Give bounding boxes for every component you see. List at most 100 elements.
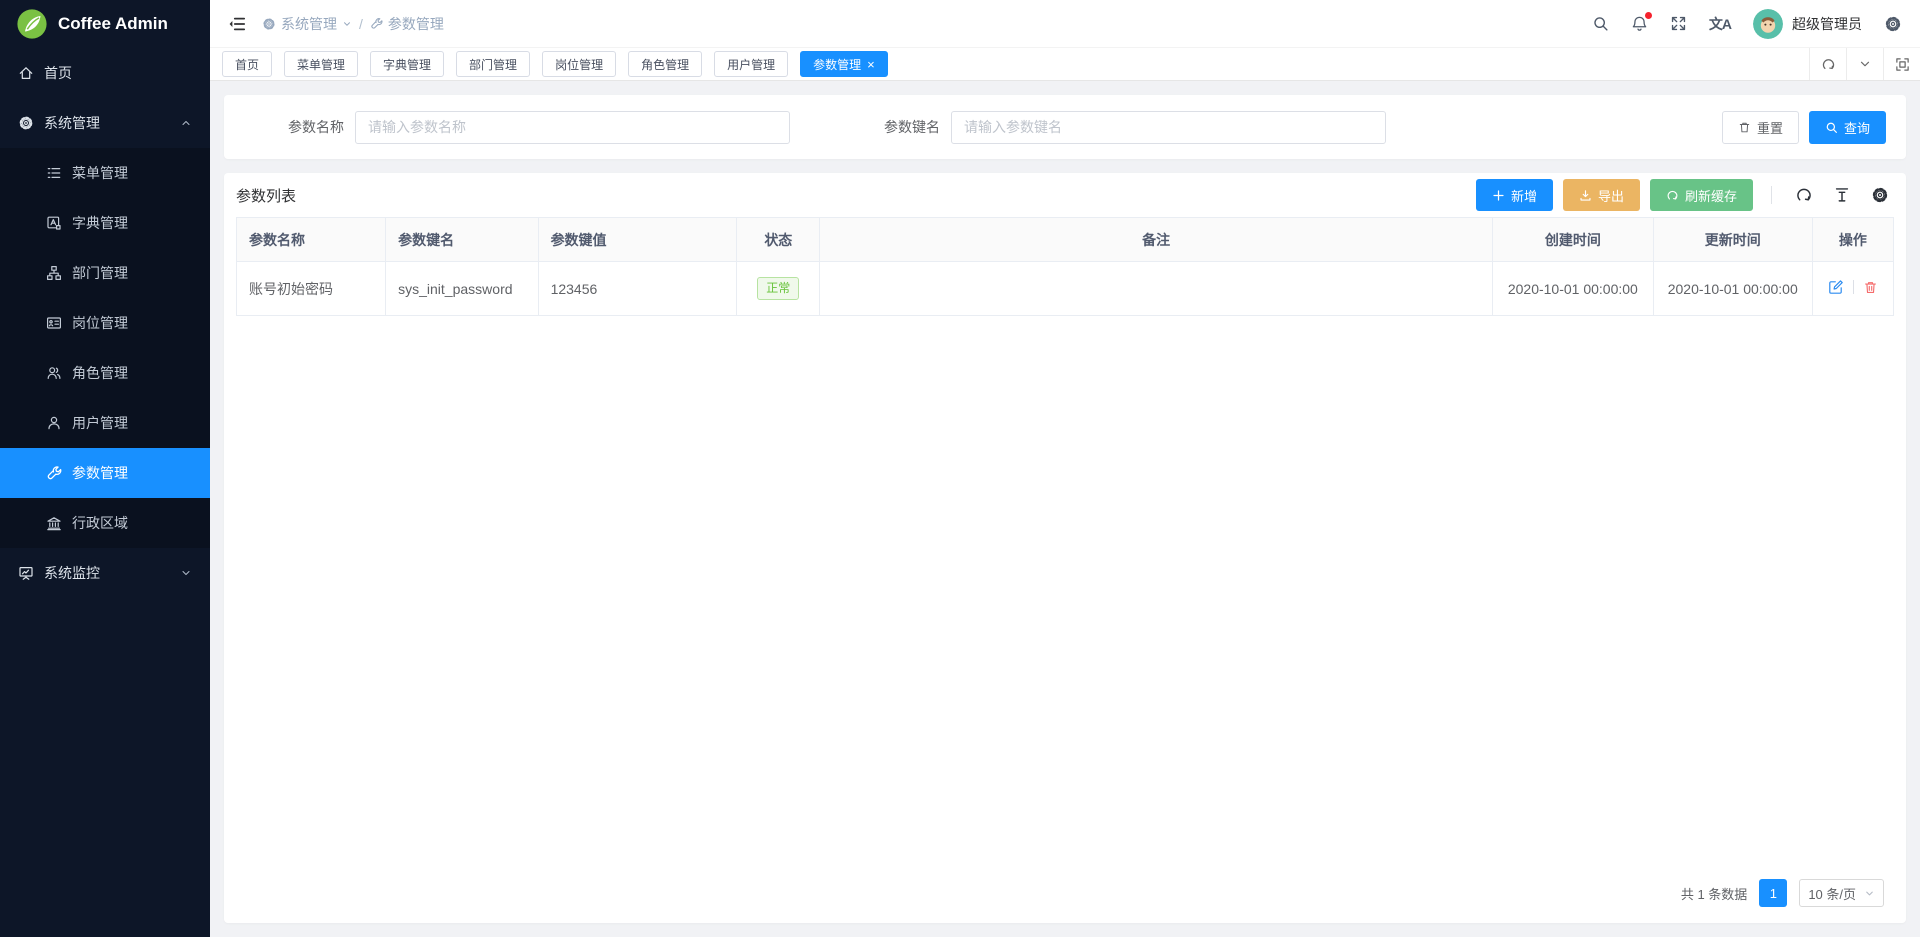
open-tabs: 首页 菜单管理 字典管理 部门管理 岗位管理 角色管理 用户管理 参数管理 × — [222, 51, 1809, 77]
pagination-total: 共 1 条数据 — [1681, 884, 1747, 903]
sidebar-item-label: 字典管理 — [72, 213, 128, 233]
sidebar-item-admin-region[interactable]: 行政区域 — [0, 498, 210, 548]
sidebar-item-label: 用户管理 — [72, 413, 128, 433]
tab-close-icon[interactable]: × — [867, 58, 875, 71]
sidebar: Coffee Admin 首页 系统管 — [0, 0, 210, 937]
sidebar-item-role-mgmt[interactable]: 角色管理 — [0, 348, 210, 398]
cell-actions — [1812, 262, 1893, 316]
roles-icon — [46, 365, 62, 381]
status-badge: 正常 — [757, 277, 799, 299]
column-settings-gear-icon[interactable] — [1866, 186, 1894, 204]
cell-update-time: 2020-10-01 00:00:00 — [1653, 262, 1812, 316]
tab-menu-mgmt[interactable]: 菜单管理 — [284, 51, 358, 77]
notification-dot — [1645, 12, 1652, 19]
settings-gear-icon[interactable] — [1884, 15, 1902, 33]
param-name-input[interactable] — [355, 111, 790, 144]
tab-label: 岗位管理 — [555, 56, 603, 73]
tab-role-mgmt[interactable]: 角色管理 — [628, 51, 702, 77]
main-area: 系统管理 / 参数管理 — [210, 0, 1920, 937]
bank-icon — [46, 515, 62, 531]
panel-title: 参数列表 — [236, 185, 296, 206]
sidebar-item-param-mgmt[interactable]: 参数管理 — [0, 448, 210, 498]
page-button-1[interactable]: 1 — [1759, 879, 1787, 907]
tab-dept-mgmt[interactable]: 部门管理 — [456, 51, 530, 77]
dictionary-icon — [46, 215, 62, 231]
param-key-input[interactable] — [951, 111, 1386, 144]
tab-dict-mgmt[interactable]: 字典管理 — [370, 51, 444, 77]
monitor-icon — [18, 565, 34, 581]
cell-status: 正常 — [737, 262, 820, 316]
tab-label: 用户管理 — [727, 56, 775, 73]
tab-home[interactable]: 首页 — [222, 51, 272, 77]
cell-create-time: 2020-10-01 00:00:00 — [1492, 262, 1653, 316]
sidebar-collapse-icon[interactable] — [228, 15, 246, 33]
sidebar-item-dict-mgmt[interactable]: 字典管理 — [0, 198, 210, 248]
app-root: Coffee Admin 首页 系统管 — [0, 0, 1920, 937]
tab-user-mgmt[interactable]: 用户管理 — [714, 51, 788, 77]
fullscreen-icon[interactable] — [1670, 15, 1687, 32]
user-menu[interactable]: 超级管理员 — [1753, 9, 1862, 39]
cell-param-name: 账号初始密码 — [237, 262, 386, 316]
notification-bell-icon[interactable] — [1631, 15, 1648, 32]
refresh-icon[interactable] — [1809, 48, 1846, 80]
sidebar-menu: 首页 系统管理 — [0, 48, 210, 598]
reset-button[interactable]: 重置 — [1722, 111, 1799, 144]
refresh-cache-button-label: 刷新缓存 — [1685, 186, 1737, 205]
refresh-table-icon[interactable] — [1790, 186, 1818, 204]
breadcrumb: 系统管理 / 参数管理 — [262, 14, 444, 34]
add-button[interactable]: 新增 — [1476, 179, 1553, 211]
edit-icon[interactable] — [1828, 279, 1844, 295]
divider — [1771, 186, 1772, 204]
param-name-field-group: 参数名称 — [244, 111, 790, 144]
tab-label: 部门管理 — [469, 56, 517, 73]
menu-list-icon — [46, 165, 62, 181]
col-param-key: 参数键名 — [386, 218, 538, 262]
sidebar-item-dept-mgmt[interactable]: 部门管理 — [0, 248, 210, 298]
translate-icon[interactable]: 文A — [1709, 14, 1731, 34]
app-title: Coffee Admin — [58, 14, 168, 34]
maximize-icon[interactable] — [1883, 48, 1920, 80]
col-actions: 操作 — [1812, 218, 1893, 262]
search-icon[interactable] — [1592, 15, 1609, 32]
cell-param-key: sys_init_password — [386, 262, 538, 316]
tab-label: 角色管理 — [641, 56, 689, 73]
sidebar-item-home[interactable]: 首页 — [0, 48, 210, 98]
sidebar-item-label: 角色管理 — [72, 363, 128, 383]
app-logo[interactable]: Coffee Admin — [0, 0, 210, 48]
sidebar-submenu-system: 菜单管理 字典管理 — [0, 148, 210, 548]
toggle-search-icon[interactable] — [1828, 186, 1856, 204]
delete-trash-icon[interactable] — [1863, 280, 1878, 295]
sidebar-item-label: 系统监控 — [44, 563, 100, 583]
page-size-select[interactable]: 10 条/页 — [1799, 879, 1884, 907]
breadcrumb-parent[interactable]: 系统管理 — [262, 14, 352, 34]
chevron-down-icon — [180, 567, 192, 579]
sidebar-item-user-mgmt[interactable]: 用户管理 — [0, 398, 210, 448]
tab-post-mgmt[interactable]: 岗位管理 — [542, 51, 616, 77]
sidebar-item-system[interactable]: 系统管理 — [0, 98, 210, 148]
export-button-label: 导出 — [1598, 186, 1624, 205]
sidebar-item-menu-mgmt[interactable]: 菜单管理 — [0, 148, 210, 198]
tab-label: 首页 — [235, 56, 259, 73]
chevron-down-icon[interactable] — [1846, 48, 1883, 80]
breadcrumb-current-label: 参数管理 — [388, 14, 444, 34]
wrench-icon — [46, 465, 62, 481]
sidebar-item-label: 首页 — [44, 63, 72, 83]
filter-panel: 参数名称 参数键名 重置 — [224, 95, 1906, 159]
sidebar-item-post-mgmt[interactable]: 岗位管理 — [0, 298, 210, 348]
chevron-up-icon — [180, 117, 192, 129]
tabbar: 首页 菜单管理 字典管理 部门管理 岗位管理 角色管理 用户管理 参数管理 × — [210, 48, 1920, 81]
download-icon — [1579, 189, 1592, 202]
sidebar-item-label: 参数管理 — [72, 463, 128, 483]
param-name-label: 参数名称 — [244, 117, 344, 137]
search-button[interactable]: 查询 — [1809, 111, 1886, 144]
tab-param-mgmt[interactable]: 参数管理 × — [800, 51, 888, 77]
sidebar-item-monitor[interactable]: 系统监控 — [0, 548, 210, 598]
topbar-actions: 文A 超级管理员 — [1592, 9, 1902, 39]
org-tree-icon — [46, 265, 62, 281]
sidebar-item-label: 岗位管理 — [72, 313, 128, 333]
refresh-cache-button[interactable]: 刷新缓存 — [1650, 179, 1753, 211]
tabbar-tools — [1809, 48, 1920, 80]
export-button[interactable]: 导出 — [1563, 179, 1640, 211]
sidebar-item-label: 系统管理 — [44, 113, 100, 133]
id-card-icon — [46, 315, 62, 331]
